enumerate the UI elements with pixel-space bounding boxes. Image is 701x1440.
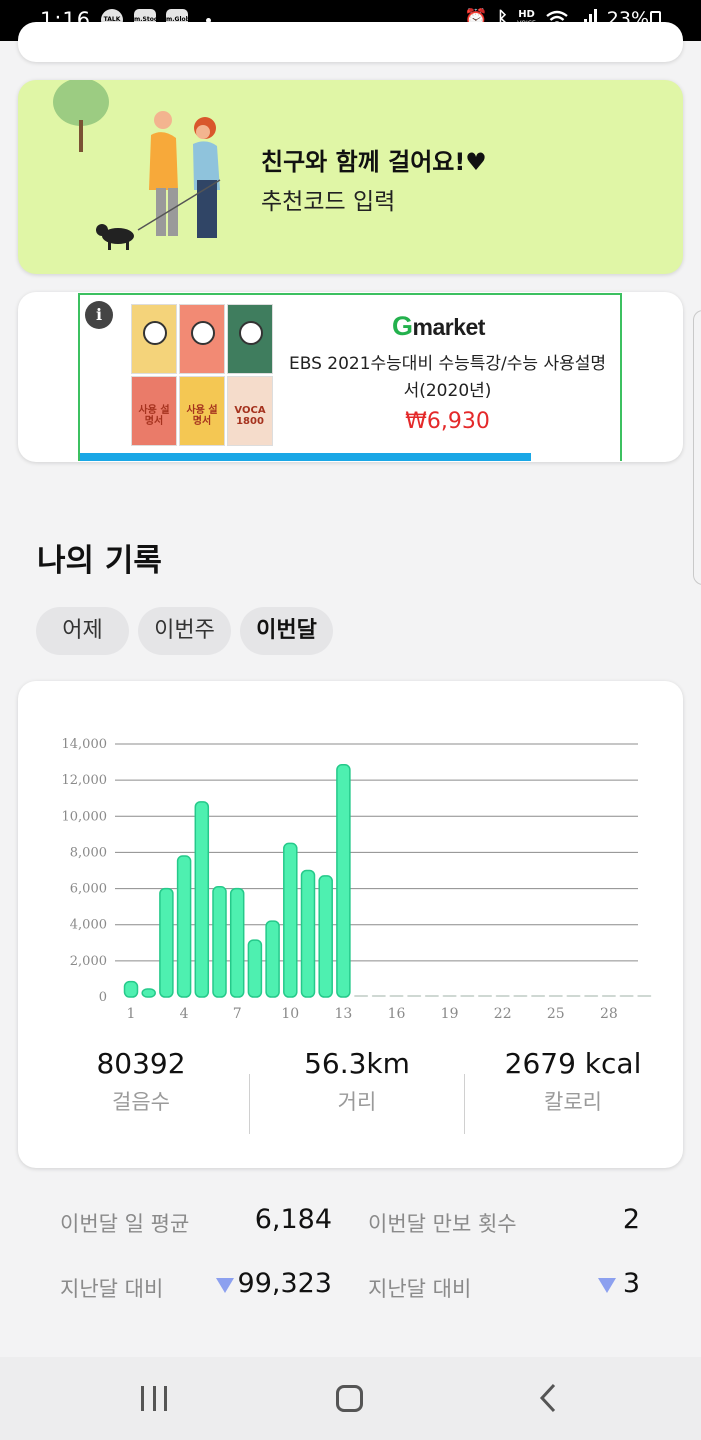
book-cover (179, 304, 225, 374)
bar-day-1 (123, 980, 139, 998)
daily-average-value: 6,184 (254, 1204, 332, 1235)
gmarket-logo: Gmarket (392, 311, 485, 341)
bar-day-4 (176, 855, 192, 998)
steps-label: 걸음수 (112, 1090, 170, 1114)
steps-value: 80392 (96, 1047, 186, 1080)
bar-day-10 (283, 842, 298, 998)
book-cover (131, 304, 177, 374)
y-tick-label: 14,000 (62, 737, 108, 752)
compare-last-month-count-value: 3 (622, 1268, 640, 1299)
y-tick-label: 0 (99, 990, 107, 1005)
calories-label: 칼로리 (544, 1090, 602, 1114)
bar-day-3 (159, 887, 174, 998)
home-button[interactable] (336, 1385, 363, 1412)
distance-summary: 56.3km 거리 (247, 1047, 467, 1116)
x-tick-label: 1 (127, 1006, 136, 1022)
x-tick-label: 10 (281, 1006, 299, 1022)
bar-day-7 (229, 887, 245, 998)
bar-day-5 (194, 801, 210, 998)
daily-average-label: 이번달 일 평균 (60, 1212, 190, 1236)
previous-card (18, 22, 683, 62)
tab-this-week[interactable]: 이번주 (138, 607, 231, 655)
tab-this-month[interactable]: 이번달 (240, 607, 333, 655)
bar-day-6 (212, 886, 227, 998)
recent-apps-button[interactable] (141, 1386, 167, 1411)
info-icon[interactable]: i (85, 301, 113, 329)
bar-day-9 (265, 920, 280, 998)
y-tick-label: 10,000 (62, 809, 108, 824)
referral-code-link[interactable]: 추천코드 입력 (261, 182, 395, 216)
book-cover: 사용 설명서 (131, 376, 177, 446)
calories-value: 2679 kcal (504, 1047, 642, 1080)
section-title: 나의 기록 (37, 543, 162, 579)
x-tick-label: 28 (600, 1006, 618, 1022)
bar-day-11 (300, 869, 316, 998)
stats-card: 0 2,000 4,000 6,000 8,000 10,000 12,000 14,000 1… (18, 681, 683, 1168)
x-tick-label: 22 (494, 1006, 512, 1022)
navigation-bar (0, 1357, 701, 1440)
ad-progress-bar (80, 453, 531, 461)
hd-label: HD (518, 8, 535, 20)
scroll-hint (693, 310, 701, 585)
y-tick-label: 6,000 (70, 882, 107, 897)
distance-label: 거리 (337, 1090, 377, 1114)
bar-day-13 (336, 764, 351, 998)
y-tick-label: 8,000 (70, 845, 107, 860)
distance-value: 56.3km (304, 1047, 410, 1080)
book-cover: 사용 설명서 (179, 376, 225, 446)
banner-title: 친구와 함께 걸어요!♥ (261, 148, 487, 176)
calories-summary: 2679 kcal 칼로리 (463, 1047, 683, 1116)
ad-description: EBS 2021수능대비 수능특강/수능 사용설명서(2020년) (288, 354, 607, 401)
book-cover: VOCA 1800 (227, 376, 273, 446)
ten-thousand-count-value: 2 (622, 1204, 640, 1235)
x-tick-label: 16 (388, 1006, 406, 1022)
gmarket-ad[interactable]: i 사용 설명서 사용 설명서 VOCA 1800 Gmarket EBS 20… (78, 293, 622, 461)
ten-thousand-count-label: 이번달 만보 횟수 (368, 1212, 517, 1236)
bar-day-2 (141, 988, 156, 998)
bar-day-12 (318, 875, 333, 998)
steps-summary: 80392 걸음수 (31, 1047, 251, 1116)
steps-bar-chart: 0 2,000 4,000 6,000 8,000 10,000 12,000 14,000 1… (62, 737, 652, 1022)
y-tick-label: 12,000 (62, 773, 108, 788)
y-tick-label: 2,000 (70, 954, 107, 969)
x-tick-label: 13 (334, 1006, 352, 1022)
compare-last-month-value: 99,323 (237, 1268, 332, 1299)
x-tick-label: 19 (441, 1006, 459, 1022)
book-cover (227, 304, 273, 374)
y-tick-label: 4,000 (70, 918, 107, 933)
bar-day-8 (247, 939, 263, 998)
ad-price: ₩6,930 (405, 409, 490, 434)
walking-couple-illustration (53, 80, 221, 250)
invite-friend-banner[interactable]: 친구와 함께 걸어요!♥ 추천코드 입력 (18, 80, 683, 274)
compare-last-month-label: 지난달 대비 (60, 1277, 164, 1301)
x-tick-label: 25 (547, 1006, 565, 1022)
x-tick-label: 7 (233, 1006, 242, 1022)
compare-last-month-count-label: 지난달 대비 (368, 1277, 472, 1301)
tab-yesterday[interactable]: 어제 (36, 607, 129, 655)
back-button[interactable] (538, 1382, 558, 1414)
ad-card[interactable]: i 사용 설명서 사용 설명서 VOCA 1800 Gmarket EBS 20… (18, 292, 683, 462)
x-tick-label: 4 (180, 1006, 189, 1022)
